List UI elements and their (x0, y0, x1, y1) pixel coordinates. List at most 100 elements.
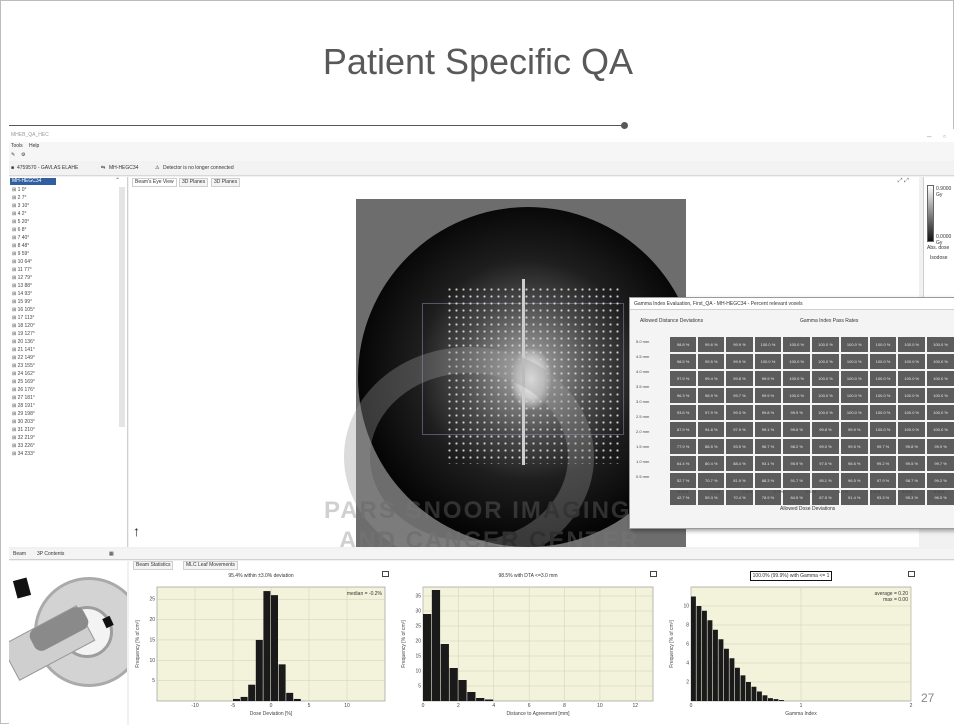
plan-label[interactable]: MH-HEGC34 (109, 165, 138, 171)
gamma-cell[interactable]: 99.7 % (927, 456, 954, 471)
tree-item[interactable]: ⊞ 7 40° (12, 235, 29, 242)
gamma-cell[interactable]: 100.0 % (898, 422, 926, 437)
gamma-cell[interactable]: 95.9 % (783, 456, 811, 471)
tree-item[interactable]: ⊞ 30 203° (12, 419, 35, 426)
gamma-cell[interactable]: 93.6 % (670, 405, 697, 420)
gamma-cell[interactable]: 93.1 % (754, 456, 782, 471)
gamma-cell[interactable]: 100.0 % (927, 354, 954, 369)
gamma-cell[interactable]: 100.0 % (898, 405, 926, 420)
tree-item[interactable]: ⊞ 23 155° (12, 363, 35, 370)
tree-item[interactable]: ⊞ 17 113° (12, 315, 35, 322)
scroll-up-icon[interactable]: ⌃ (115, 177, 120, 184)
tree-item[interactable]: ⊞ 25 169° (12, 379, 35, 386)
gamma-cell[interactable]: 99.2 % (927, 473, 954, 488)
tree-item[interactable]: ⊞ 29 198° (12, 411, 35, 418)
gamma-cell[interactable]: 99.5 % (898, 456, 926, 471)
tab-3d-planes[interactable]: 3D Planes (179, 178, 209, 187)
gamma-cell[interactable]: 100.0 % (898, 337, 926, 352)
patient-label[interactable]: 4759570 - GAVLAS ELAHE (17, 165, 78, 171)
gamma-cell[interactable]: 98.6 % (840, 456, 868, 471)
gamma-cell[interactable]: 81.9 % (726, 473, 753, 488)
tree-item[interactable]: ⊞ 18 120° (12, 323, 35, 330)
tree-item[interactable]: ⊞ 26 176° (12, 387, 35, 394)
gamma-cell[interactable]: 88.4 % (726, 456, 753, 471)
gamma-cell[interactable]: 100.0 % (927, 405, 954, 420)
gamma-cell[interactable]: 99.9 % (726, 354, 753, 369)
gamma-cell[interactable]: 97.6 % (812, 456, 839, 471)
tree-item[interactable]: ⊞ 33 226° (12, 443, 35, 450)
gamma-cell[interactable]: 97.9 % (698, 405, 725, 420)
gamma-cell[interactable]: 94.8 % (698, 422, 725, 437)
isodose-label[interactable]: Isodose (930, 255, 948, 261)
tree-root[interactable]: MH-HEGC34 (10, 178, 56, 185)
view-tools-icon[interactable]: ⤢ ⤢ (898, 178, 909, 185)
tree-item[interactable]: ⊞ 11 77° (12, 267, 32, 274)
tree-item[interactable]: ⊞ 4 2° (12, 211, 27, 218)
gamma-cell[interactable]: 100.0 % (840, 337, 868, 352)
gamma-cell[interactable]: 99.9 % (754, 371, 782, 386)
tree-item[interactable]: ⊞ 16 105° (12, 307, 35, 314)
gamma-cell[interactable]: 99.8 % (726, 371, 753, 386)
tree-item[interactable]: ⊞ 13 88° (12, 283, 32, 290)
tree-item[interactable]: ⊞ 22 149° (12, 355, 35, 362)
tree-item[interactable]: ⊞ 6 8° (12, 227, 27, 234)
tree-item[interactable]: ⊞ 3 10° (12, 203, 29, 210)
gamma-cell[interactable]: 87.9 % (670, 422, 697, 437)
tab-3p-contents[interactable]: 3P Contents (37, 551, 64, 557)
gamma-cell[interactable]: 91.7 % (783, 473, 811, 488)
gamma-cell[interactable]: 100.0 % (869, 388, 897, 403)
tab-beams-eye-view[interactable]: Beam's Eye View (132, 178, 177, 187)
gamma-cell[interactable]: 100.0 % (754, 354, 782, 369)
gamma-cell[interactable]: 99.7 % (869, 439, 897, 454)
tree-item[interactable]: ⊞ 28 191° (12, 403, 35, 410)
gamma-cell[interactable]: 100.0 % (869, 422, 897, 437)
tab-mlc-leaf-movements[interactable]: MLC Leaf Movements (183, 561, 238, 570)
maximize-icon[interactable]: ▫ (943, 132, 946, 141)
gamma-cell[interactable]: 99.9 % (754, 388, 782, 403)
gamma-cell[interactable]: 80.4 % (698, 456, 725, 471)
gamma-cell[interactable]: 96.3 % (670, 388, 697, 403)
gamma-cell[interactable]: 100.0 % (840, 354, 868, 369)
gamma-cell[interactable]: 99.5 % (698, 354, 725, 369)
gamma-cell[interactable]: 98.9 % (698, 388, 725, 403)
gamma-cell[interactable]: 100.0 % (812, 337, 839, 352)
grid-icon[interactable]: ▦ (109, 551, 114, 557)
gamma-cell[interactable]: 100.0 % (898, 388, 926, 403)
gamma-cell[interactable]: 100.0 % (812, 405, 839, 420)
gamma-cell[interactable]: 77.9 % (670, 439, 697, 454)
gamma-cell[interactable]: 98.7 % (898, 473, 926, 488)
gamma-cell[interactable]: 99.2 % (869, 456, 897, 471)
gamma-cell[interactable]: 100.0 % (898, 371, 926, 386)
gamma-cell[interactable]: 99.5 % (840, 439, 868, 454)
maximize-chart-icon[interactable] (382, 571, 389, 577)
gamma-cell[interactable]: 99.4 % (698, 371, 725, 386)
gamma-cell[interactable]: 98.5 % (670, 354, 697, 369)
gamma-cell[interactable]: 99.8 % (898, 439, 926, 454)
gamma-cell[interactable]: 99.0 % (812, 439, 839, 454)
gamma-cell[interactable]: 100.0 % (754, 337, 782, 352)
gamma-cell[interactable]: 100.0 % (783, 337, 811, 352)
tree-item[interactable]: ⊞ 31 210° (12, 427, 35, 434)
gamma-cell[interactable]: 100.0 % (927, 337, 954, 352)
gamma-cell[interactable]: 100.0 % (869, 405, 897, 420)
gamma-cell[interactable]: 99.6 % (783, 422, 811, 437)
gamma-cell[interactable]: 100.0 % (840, 371, 868, 386)
gamma-cell[interactable]: 88.3 % (754, 473, 782, 488)
gamma-cell[interactable]: 88.5 % (698, 439, 725, 454)
tree-item[interactable]: ⊞ 2 7° (12, 195, 27, 202)
gamma-cell[interactable]: 93.9 % (726, 439, 753, 454)
gamma-cell[interactable]: 99.1 % (754, 422, 782, 437)
gamma-cell[interactable]: 100.0 % (869, 371, 897, 386)
tree-scrollbar[interactable] (119, 187, 125, 427)
tree-item[interactable]: ⊞ 12 79° (12, 275, 32, 282)
gamma-cell[interactable]: 99.3 % (726, 405, 753, 420)
tree-item[interactable]: ⊞ 32 219° (12, 435, 35, 442)
gamma-cell[interactable]: 96.5 % (840, 473, 868, 488)
tree-item[interactable]: ⊞ 19 127° (12, 331, 35, 338)
gamma-cell[interactable]: 100.0 % (812, 354, 839, 369)
gamma-cell[interactable]: 99.9 % (927, 439, 954, 454)
gamma-cell[interactable]: 52.7 % (670, 473, 697, 488)
menu-help[interactable]: Help (29, 143, 39, 149)
gamma-cell[interactable]: 70.7 % (698, 473, 725, 488)
tree-item[interactable]: ⊞ 10 64° (12, 259, 32, 266)
